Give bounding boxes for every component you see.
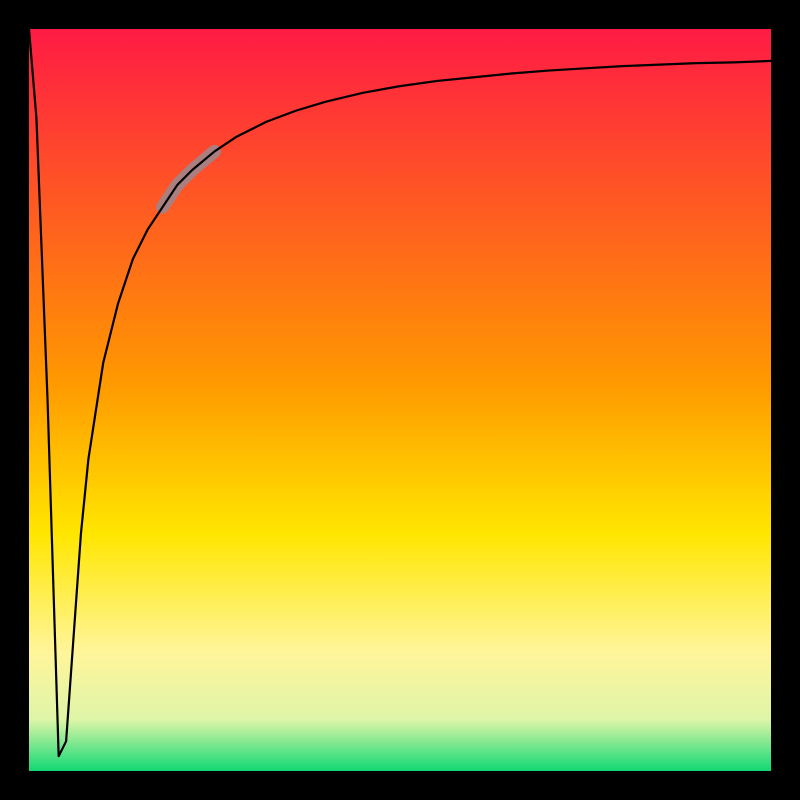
frame-left (0, 0, 29, 800)
frame-right (771, 0, 800, 800)
bottleneck-chart (0, 0, 800, 800)
frame-bottom (0, 771, 800, 800)
frame-top (0, 0, 800, 29)
chart-container: TheBottlenecker.com (0, 0, 800, 800)
plot-background (29, 29, 771, 771)
